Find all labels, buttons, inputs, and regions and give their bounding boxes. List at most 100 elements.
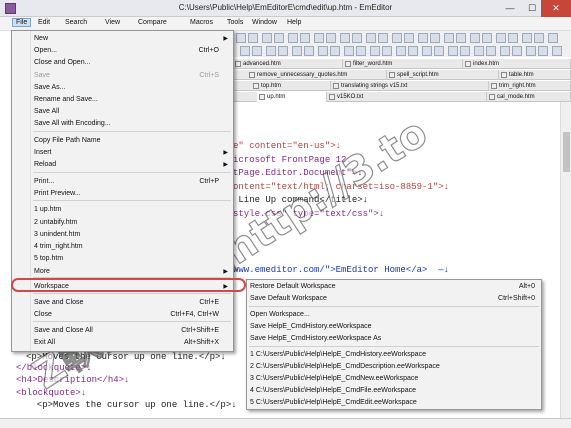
menu-help[interactable]: Help (287, 19, 301, 26)
toolbar-button[interactable] (340, 33, 350, 43)
toolbar-button[interactable] (470, 33, 480, 43)
toolbar-button[interactable] (248, 33, 258, 43)
file-menu-item-4-trim-right-htm[interactable]: 4 trim_right.htm (12, 241, 233, 253)
toolbar-button[interactable] (456, 33, 466, 43)
tab-advanced[interactable]: advanced.htm (233, 59, 343, 69)
toolbar-button[interactable] (262, 33, 272, 43)
workspace-menu-item[interactable]: 3 C:\Users\Public\Help\HelpE_CmdNew.eeWo… (247, 373, 541, 385)
toolbar-button[interactable] (240, 46, 250, 56)
toolbar-button[interactable] (344, 46, 354, 56)
tab-v15ko[interactable]: v15KO.txt (327, 92, 487, 102)
tab-table[interactable]: table.htm (499, 70, 571, 80)
file-menu-item-copy-file-path-name[interactable]: Copy File Path Name (12, 135, 233, 147)
file-menu-item-close[interactable]: Close Ctrl+F4, Ctrl+W (12, 309, 233, 321)
toolbar-button[interactable] (538, 46, 548, 56)
toolbar-button[interactable] (278, 46, 288, 56)
toolbar-button[interactable] (392, 33, 402, 43)
file-menu-item-save-all-with-encoding[interactable]: Save All with Encoding... (12, 118, 233, 130)
toolbar-button[interactable] (274, 33, 284, 43)
toolbar-button[interactable] (352, 33, 362, 43)
file-menu-item-save-and-close-all[interactable]: Save and Close All Ctrl+Shift+E (12, 325, 233, 337)
workspace-menu-item[interactable]: Save HelpE_CmdHistory.eeWorkspace (247, 321, 541, 333)
file-menu-item-open[interactable]: Open... Ctrl+O (12, 45, 233, 57)
tab-top[interactable]: top.htm (251, 81, 331, 91)
toolbar-button[interactable] (430, 33, 440, 43)
menu-view[interactable]: View (105, 19, 120, 26)
tab-translating-strings[interactable]: translating strings v15.txt (331, 81, 489, 91)
tab-remove-unnecessary-quotes[interactable]: remove_unnecessary_quotes.htm (247, 70, 387, 80)
workspace-menu-item[interactable]: 5 C:\Users\Public\Help\HelpE_CmdEdit.eeW… (247, 397, 541, 409)
toolbar-button[interactable] (378, 33, 388, 43)
toolbar-button[interactable] (434, 46, 444, 56)
toolbar-button[interactable] (522, 33, 532, 43)
toolbar-button[interactable] (486, 46, 496, 56)
workspace-menu-item[interactable]: 1 C:\Users\Public\Help\HelpE_CmdHistory.… (247, 349, 541, 361)
file-menu-item-exit-all[interactable]: Exit All Alt+Shift+X (12, 337, 233, 349)
file-menu-item-print[interactable]: Print... Ctrl+P (12, 176, 233, 188)
scrollbar-thumb[interactable] (563, 132, 570, 172)
toolbar-button[interactable] (548, 33, 558, 43)
workspace-menu-item[interactable]: Save Default Workspace Ctrl+Shift+0 (247, 293, 541, 305)
toolbar-button[interactable] (500, 46, 510, 56)
toolbar-button[interactable] (422, 46, 432, 56)
menu-search[interactable]: Search (65, 19, 87, 26)
toolbar-button[interactable] (444, 33, 454, 43)
file-menu-item-rename-and-save[interactable]: Rename and Save... (12, 94, 233, 106)
menu-compare[interactable]: Compare (138, 19, 167, 26)
toolbar-button[interactable] (236, 33, 246, 43)
toolbar-button[interactable] (482, 33, 492, 43)
tab-filter-word[interactable]: filter_word.htm (343, 59, 463, 69)
menu-window[interactable]: Window (252, 19, 277, 26)
file-menu-item-5-top-htm[interactable]: 5 top.htm (12, 253, 233, 265)
toolbar-button[interactable] (526, 46, 536, 56)
file-menu-item-save-as[interactable]: Save As... (12, 82, 233, 94)
file-menu-item-save-and-close[interactable]: Save and Close Ctrl+E (12, 297, 233, 309)
file-menu-item-2-untabify-htm[interactable]: 2 untabify.htm (12, 217, 233, 229)
toolbar-button[interactable] (292, 46, 302, 56)
close-button[interactable]: ✕ (541, 0, 571, 17)
file-menu-item-save-all[interactable]: Save All (12, 106, 233, 118)
toolbar-button[interactable] (314, 33, 324, 43)
workspace-menu-item[interactable]: 4 C:\Users\Public\Help\HelpE_CmdFile.eeW… (247, 385, 541, 397)
menu-file[interactable]: File (12, 18, 32, 27)
workspace-menu-item[interactable]: Restore Default Workspace Alt+0 (247, 281, 541, 293)
toolbar-button[interactable] (318, 46, 328, 56)
vertical-scrollbar[interactable] (560, 102, 571, 418)
tab-index[interactable]: index.htm (463, 59, 571, 69)
toolbar-button[interactable] (460, 46, 470, 56)
workspace-menu-item[interactable]: 2 C:\Users\Public\Help\HelpE_CmdDescript… (247, 361, 541, 373)
toolbar-button[interactable] (252, 46, 262, 56)
file-menu-item-new[interactable]: New ▶ (12, 33, 233, 45)
file-menu-item-print-preview[interactable]: Print Preview... (12, 188, 233, 200)
toolbar-button[interactable] (304, 46, 314, 56)
file-menu-item-reload[interactable]: Reload ▶ (12, 159, 233, 171)
toolbar-button[interactable] (534, 33, 544, 43)
toolbar-button[interactable] (552, 46, 562, 56)
file-menu-item-insert[interactable]: Insert ▶ (12, 147, 233, 159)
file-menu-item-3-unindent-htm[interactable]: 3 unindent.htm (12, 229, 233, 241)
toolbar-button[interactable] (408, 46, 418, 56)
toolbar-button[interactable] (366, 33, 376, 43)
tab-cal-mode[interactable]: cal_mode.htm (487, 92, 571, 102)
menu-edit[interactable]: Edit (38, 19, 50, 26)
toolbar-button[interactable] (326, 33, 336, 43)
menu-macros[interactable]: Macros (190, 19, 213, 26)
toolbar-button[interactable] (300, 33, 310, 43)
toolbar-button[interactable] (404, 33, 414, 43)
toolbar-button[interactable] (266, 46, 276, 56)
toolbar-button[interactable] (288, 33, 298, 43)
file-menu-item-save[interactable]: Save Ctrl+S (12, 70, 233, 82)
toolbar-button[interactable] (370, 46, 380, 56)
toolbar-button[interactable] (382, 46, 392, 56)
file-menu-item-close-and-open[interactable]: Close and Open... (12, 57, 233, 69)
tab-up-active[interactable]: up.htm (257, 92, 327, 102)
toolbar-button[interactable] (496, 33, 506, 43)
toolbar-button[interactable] (448, 46, 458, 56)
toolbar-button[interactable] (508, 33, 518, 43)
toolbar-button[interactable] (396, 46, 406, 56)
tab-trim-right[interactable]: trim_right.htm (489, 81, 571, 91)
tab-spell-script[interactable]: spell_script.htm (387, 70, 499, 80)
menu-tools[interactable]: Tools (227, 19, 243, 26)
toolbar-button[interactable] (330, 46, 340, 56)
toolbar-button[interactable] (356, 46, 366, 56)
